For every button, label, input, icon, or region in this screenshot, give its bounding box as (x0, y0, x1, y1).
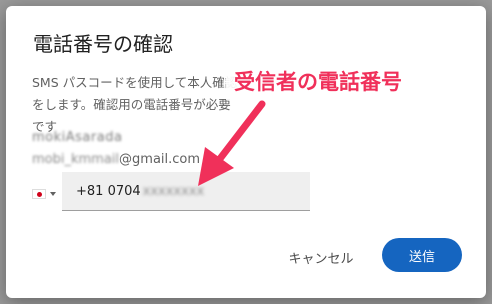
phone-prefix: +81 0704 (76, 183, 141, 199)
annotation-label: 受信者の電話番号 (226, 64, 410, 100)
cancel-button[interactable]: キャンセル (278, 242, 364, 272)
chevron-down-icon (50, 192, 56, 196)
account-email-suffix: @gmail.com (119, 152, 201, 167)
account-email-prefix: mobi_kmmail (32, 152, 120, 167)
send-button[interactable]: 送信 (382, 238, 462, 272)
dialog-description: SMS パスコードを使用して本人確認をします。確認用の電話番号が必要です (32, 75, 238, 134)
account-email: mobi_kmmail@gmail.com (32, 152, 200, 167)
dialog-title: 電話番号の確認 (33, 32, 173, 56)
phone-number-input[interactable]: +81 0704 xxxxxxxx (62, 172, 310, 211)
verify-phone-dialog: 電話番号の確認 SMS パスコードを使用して本人確認をします。確認用の電話番号が… (6, 6, 486, 298)
phone-hidden-digits: xxxxxxxx (142, 183, 205, 199)
country-selector[interactable] (32, 184, 64, 204)
japan-flag-icon (32, 189, 46, 199)
account-name: mokiAsarada (32, 130, 123, 145)
